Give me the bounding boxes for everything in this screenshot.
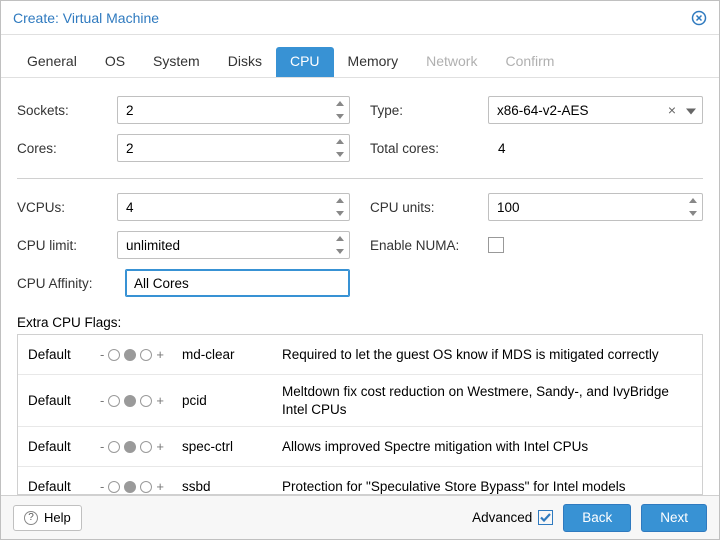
- flag-row: Default -+ ssbd Protection for "Speculative…: [18, 467, 702, 494]
- cpu-units-input[interactable]: 100: [488, 193, 703, 221]
- flag-row: Default -+ spec-ctrl Allows improved Spectr…: [18, 427, 702, 467]
- spinner-buttons[interactable]: [684, 194, 702, 220]
- advanced-label: Advanced: [472, 510, 532, 525]
- vcpus-input[interactable]: 4: [117, 193, 350, 221]
- flag-tristate-toggle[interactable]: -+: [100, 439, 172, 454]
- flag-description: Protection for "Speculative Store Bypass…: [282, 478, 692, 494]
- close-icon[interactable]: [691, 10, 707, 26]
- total-cores-value: 4: [488, 134, 703, 162]
- spinner-buttons[interactable]: [331, 232, 349, 258]
- spin-up-icon[interactable]: [331, 135, 349, 148]
- tab-confirm: Confirm: [491, 47, 568, 77]
- advanced-checkbox[interactable]: [538, 510, 553, 525]
- advanced-toggle[interactable]: Advanced: [472, 510, 553, 525]
- divider: [17, 178, 703, 179]
- flag-row: Default -+ pcid Meltdown fix cost reduction…: [18, 375, 702, 427]
- tab-os[interactable]: OS: [91, 47, 139, 77]
- spin-down-icon[interactable]: [331, 245, 349, 258]
- flag-name: spec-ctrl: [182, 439, 272, 454]
- tab-cpu[interactable]: CPU: [276, 47, 334, 77]
- sockets-label: Sockets:: [17, 103, 109, 118]
- tab-general[interactable]: General: [13, 47, 91, 77]
- spinner-buttons[interactable]: [331, 97, 349, 123]
- tab-system[interactable]: System: [139, 47, 214, 77]
- help-icon: ?: [24, 511, 38, 525]
- cpu-affinity-input[interactable]: All Cores: [125, 269, 350, 297]
- flag-state: Default: [28, 479, 90, 494]
- wizard-tabs: GeneralOSSystemDisksCPUMemoryNetworkConf…: [1, 35, 719, 78]
- spinner-buttons[interactable]: [331, 135, 349, 161]
- spin-up-icon[interactable]: [331, 232, 349, 245]
- help-label: Help: [44, 510, 71, 525]
- cpu-limit-value: unlimited: [126, 238, 180, 253]
- flag-description: Allows improved Spectre mitigation with …: [282, 438, 692, 456]
- flag-name: pcid: [182, 393, 272, 408]
- sockets-input[interactable]: 2: [117, 96, 350, 124]
- spin-down-icon[interactable]: [684, 207, 702, 220]
- type-combo[interactable]: x86-64-v2-AES ×: [488, 96, 703, 124]
- cpu-affinity-value: All Cores: [134, 276, 189, 291]
- tab-memory[interactable]: Memory: [334, 47, 413, 77]
- spin-down-icon[interactable]: [331, 148, 349, 161]
- vcpus-value: 4: [126, 200, 134, 215]
- cpu-panel: Sockets: 2 Type: x86-64-v2-AES ×: [1, 78, 719, 495]
- cores-label: Cores:: [17, 141, 109, 156]
- sockets-value: 2: [126, 103, 134, 118]
- cpu-affinity-label: CPU Affinity:: [17, 276, 117, 291]
- dialog-footer: ? Help Advanced Back Next: [1, 495, 719, 539]
- titlebar: Create: Virtual Machine: [1, 1, 719, 35]
- back-button[interactable]: Back: [563, 504, 631, 532]
- tab-disks[interactable]: Disks: [214, 47, 276, 77]
- cores-value: 2: [126, 141, 134, 156]
- flag-description: Meltdown fix cost reduction on Westmere,…: [282, 383, 692, 418]
- enable-numa-label: Enable NUMA:: [370, 238, 480, 253]
- type-value: x86-64-v2-AES: [497, 103, 589, 118]
- tab-network: Network: [412, 47, 491, 77]
- type-label: Type:: [370, 103, 480, 118]
- flags-scroll-area[interactable]: Default -+ md-clear Required to let the gue…: [18, 335, 702, 494]
- spin-up-icon[interactable]: [331, 194, 349, 207]
- flag-tristate-toggle[interactable]: -+: [100, 347, 172, 362]
- cpu-units-label: CPU units:: [370, 200, 480, 215]
- flag-state: Default: [28, 439, 90, 454]
- spin-down-icon[interactable]: [331, 110, 349, 123]
- enable-numa-checkbox[interactable]: [488, 237, 504, 253]
- flag-state: Default: [28, 347, 90, 362]
- flag-tristate-toggle[interactable]: -+: [100, 393, 172, 408]
- vcpus-label: VCPUs:: [17, 200, 109, 215]
- next-button[interactable]: Next: [641, 504, 707, 532]
- total-cores-label: Total cores:: [370, 141, 480, 156]
- flag-state: Default: [28, 393, 90, 408]
- dialog-title: Create: Virtual Machine: [13, 10, 159, 26]
- help-button[interactable]: ? Help: [13, 505, 82, 531]
- create-vm-dialog: Create: Virtual Machine GeneralOSSystemD…: [0, 0, 720, 540]
- chevron-down-icon[interactable]: [686, 103, 696, 118]
- cpu-limit-label: CPU limit:: [17, 238, 109, 253]
- cpu-units-value: 100: [497, 200, 520, 215]
- flag-description: Required to let the guest OS know if MDS…: [282, 346, 692, 364]
- extra-flags-grid: Default -+ md-clear Required to let the gue…: [17, 334, 703, 495]
- flag-name: ssbd: [182, 479, 272, 494]
- spinner-buttons[interactable]: [331, 194, 349, 220]
- extra-flags-label: Extra CPU Flags:: [17, 315, 703, 330]
- spin-up-icon[interactable]: [331, 97, 349, 110]
- spin-down-icon[interactable]: [331, 207, 349, 220]
- clear-icon[interactable]: ×: [668, 102, 676, 118]
- flag-tristate-toggle[interactable]: -+: [100, 479, 172, 494]
- cpu-limit-input[interactable]: unlimited: [117, 231, 350, 259]
- cores-input[interactable]: 2: [117, 134, 350, 162]
- flag-name: md-clear: [182, 347, 272, 362]
- flag-row: Default -+ md-clear Required to let the gue…: [18, 335, 702, 375]
- spin-up-icon[interactable]: [684, 194, 702, 207]
